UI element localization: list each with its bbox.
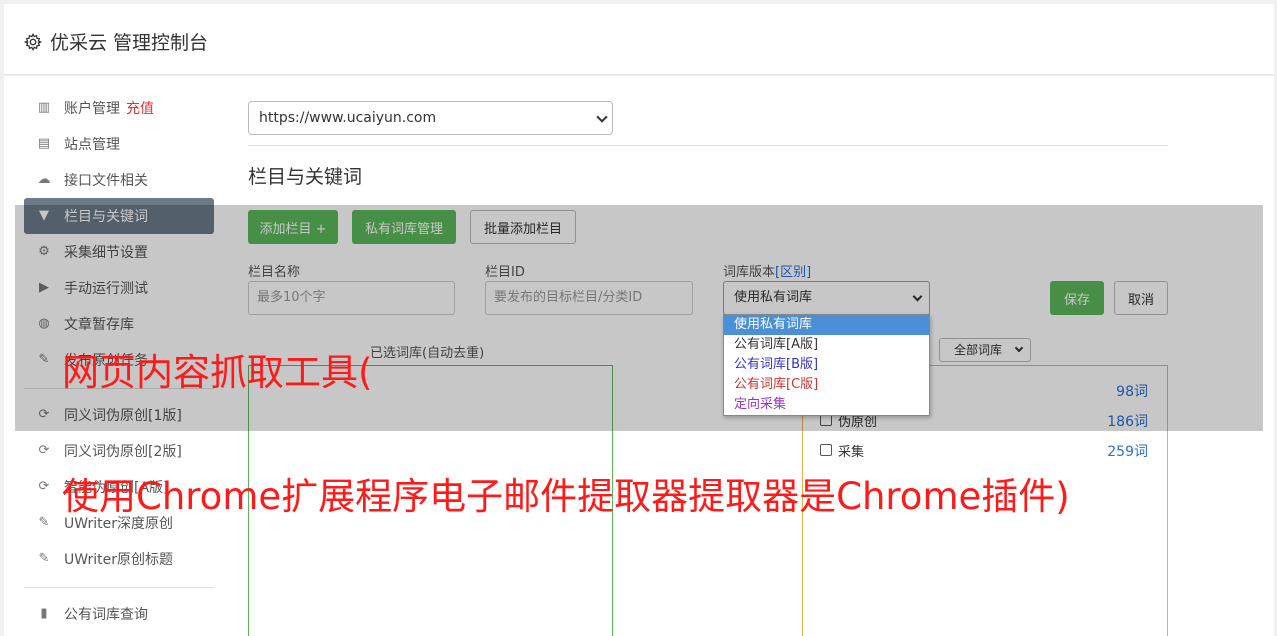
refresh-icon: ⟳ bbox=[38, 407, 50, 422]
app-title: 优采云 管理控制台 bbox=[50, 32, 209, 54]
library-version-label-text: 词库版本 bbox=[723, 265, 776, 280]
sidebar-item[interactable]: ◍ 文章暂存库 bbox=[24, 306, 214, 342]
column-name-label: 栏目名称 bbox=[248, 265, 301, 280]
divider bbox=[248, 145, 1168, 146]
library-version-dropdown: 使用私有词库 公有词库[A版] 公有词库[B版] 公有词库[C版] 定向采集 bbox=[723, 314, 930, 416]
sidebar-divider bbox=[24, 587, 214, 588]
sidebar-item-label: 栏目与关键词 bbox=[64, 209, 148, 225]
column-id-label: 栏目ID bbox=[485, 265, 525, 280]
sidebar-item-label: 公有词库查询 bbox=[64, 607, 148, 623]
dropdown-option[interactable]: 公有词库[A版] bbox=[724, 335, 929, 355]
cloud-upload-icon: ☁ bbox=[37, 172, 51, 187]
library-filter-select[interactable]: 全部词库 bbox=[939, 338, 1031, 362]
library-version-select[interactable]: 使用私有词库 bbox=[723, 281, 930, 315]
app-logo[interactable]: 优采云 管理控制台 bbox=[24, 28, 208, 55]
dropdown-option[interactable]: 公有词库[C版] bbox=[724, 375, 929, 395]
gear-icon bbox=[24, 32, 42, 51]
caption-line-2: 使用Chrome扩展程序电子邮件提取器提取器是Chrome插件) bbox=[62, 475, 1070, 518]
sidebar-item-label: 同义词伪原创[2版] bbox=[64, 444, 182, 460]
difference-link[interactable]: [区别] bbox=[775, 265, 811, 280]
sidebar-item[interactable]: ▮ 公有词库查询 bbox=[24, 596, 214, 632]
dropdown-option[interactable]: 使用私有词库 bbox=[724, 315, 929, 335]
batch-add-column-button[interactable]: 批量添加栏目 bbox=[470, 210, 576, 244]
cancel-button[interactable]: 取消 bbox=[1114, 281, 1168, 315]
chevron-down-icon bbox=[596, 111, 608, 123]
library-count[interactable]: 98词 bbox=[1116, 381, 1148, 401]
sidebar-item-label: 账户管理 bbox=[64, 101, 120, 117]
play-icon: ▶ bbox=[39, 280, 49, 295]
content-area: https://www.ucaiyun.com 栏目与关键词 添加栏目 + 私有… bbox=[248, 76, 1168, 636]
site-select[interactable]: https://www.ucaiyun.com bbox=[248, 101, 613, 135]
sidebar-item[interactable]: ▶ 手动运行测试 bbox=[24, 270, 214, 306]
caption-line-1: 网页内容抓取工具( bbox=[62, 351, 373, 394]
refresh-icon: ⟳ bbox=[38, 479, 50, 494]
section-title: 栏目与关键词 bbox=[248, 166, 363, 188]
edit-icon: ✎ bbox=[38, 551, 50, 566]
library-filter-value: 全部词库 bbox=[954, 343, 1003, 357]
selected-library-label: 已选词库(自动去重) bbox=[370, 346, 485, 361]
gears-icon: ⚙ bbox=[38, 244, 50, 259]
sidebar-item[interactable]: ⟳ 同义词伪原创[2版] bbox=[24, 433, 214, 469]
library-name: 采集 bbox=[838, 445, 865, 460]
library-version-label: 词库版本[区别] bbox=[723, 261, 811, 280]
book-icon: ▮ bbox=[40, 606, 48, 621]
sidebar-item-label: 接口文件相关 bbox=[64, 173, 148, 189]
column-name-input[interactable]: 最多10个字 bbox=[248, 281, 455, 315]
edit-icon: ✎ bbox=[38, 515, 50, 530]
sidebar-item-label: 采集细节设置 bbox=[64, 245, 148, 261]
sidebar-item-label: UWriter原创标题 bbox=[64, 552, 173, 568]
sidebar-item[interactable]: ⚙ 采集细节设置 bbox=[24, 234, 214, 270]
library-checkbox[interactable] bbox=[820, 444, 832, 456]
private-library-button[interactable]: 私有词库管理 bbox=[352, 210, 456, 244]
sidebar-item-label: 手动运行测试 bbox=[64, 281, 148, 297]
sidebar-item[interactable]: ▤ 站点管理 bbox=[24, 126, 214, 162]
sidebar-item-label: 同义词伪原创[1版] bbox=[64, 408, 182, 424]
chevron-down-icon bbox=[912, 291, 923, 302]
site-select-value: https://www.ucaiyun.com bbox=[259, 110, 437, 126]
save-button[interactable]: 保存 bbox=[1050, 281, 1104, 315]
add-column-button[interactable]: 添加栏目 + bbox=[248, 210, 338, 244]
library-version-value: 使用私有词库 bbox=[734, 290, 813, 305]
library-count[interactable]: 259词 bbox=[1107, 441, 1148, 461]
sidebar-item[interactable]: ⟳ 同义词伪原创[1版] bbox=[24, 397, 214, 433]
top-bar: 优采云 管理控制台 bbox=[4, 4, 1274, 75]
sidebar-item[interactable]: ✎ UWriter原创标题 bbox=[24, 541, 214, 577]
refresh-icon: ⟳ bbox=[38, 443, 50, 458]
sidebar-item-label: 站点管理 bbox=[64, 137, 120, 153]
filter-icon: ▼ bbox=[39, 208, 49, 223]
edit-icon: ✎ bbox=[38, 352, 50, 367]
sidebar-item[interactable]: ▥ 账户管理 充值 bbox=[24, 90, 214, 126]
dropdown-option[interactable]: 公有词库[B版] bbox=[724, 355, 929, 375]
library-row[interactable]: 采集 259词 bbox=[818, 441, 1148, 461]
recharge-link[interactable]: 充值 bbox=[126, 98, 154, 118]
chevron-down-icon bbox=[1014, 343, 1024, 353]
server-icon: ▤ bbox=[37, 136, 51, 151]
library-count[interactable]: 186词 bbox=[1107, 411, 1148, 431]
bar-chart-icon: ▥ bbox=[37, 100, 51, 115]
column-id-input[interactable]: 要发布的目标栏目/分类ID bbox=[485, 281, 693, 315]
database-icon: ◍ bbox=[38, 316, 50, 331]
sidebar-item-label: 文章暂存库 bbox=[64, 317, 134, 333]
dropdown-option[interactable]: 定向采集 bbox=[724, 395, 929, 415]
sidebar-item[interactable]: ▼ 栏目与关键词 bbox=[24, 198, 214, 234]
sidebar-item[interactable]: ☁ 接口文件相关 bbox=[24, 162, 214, 198]
